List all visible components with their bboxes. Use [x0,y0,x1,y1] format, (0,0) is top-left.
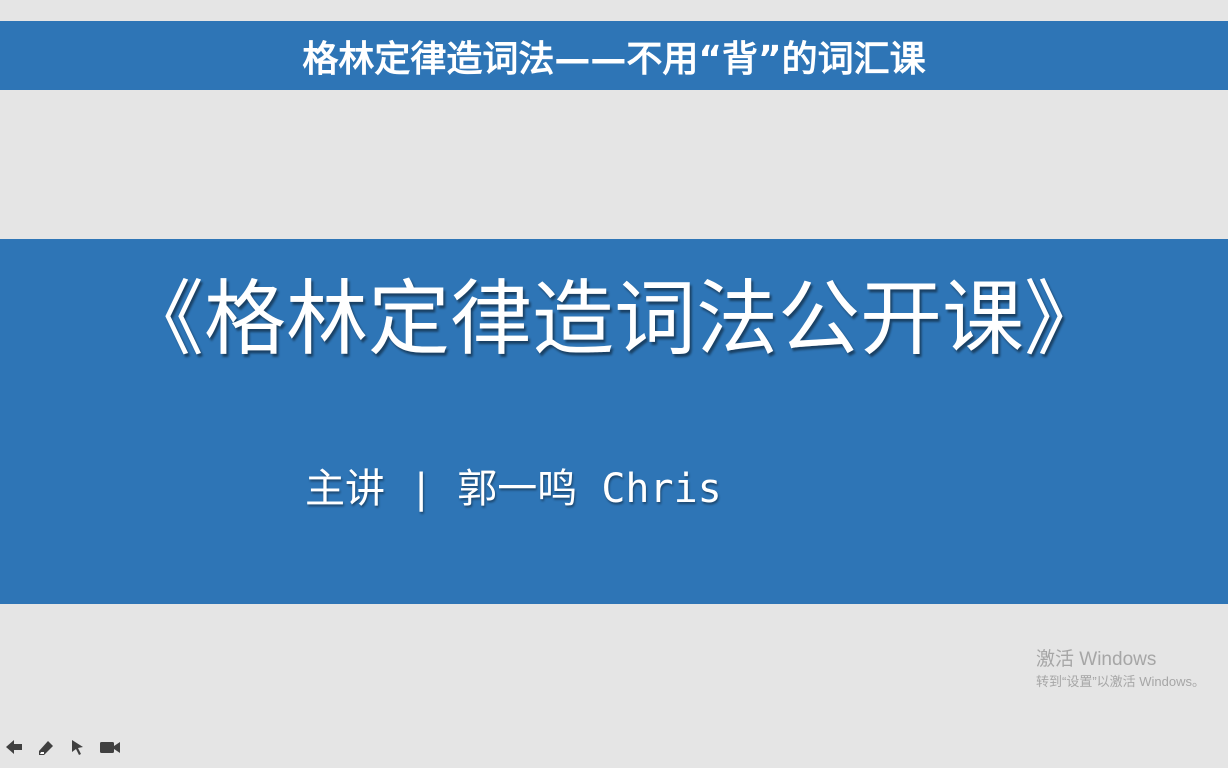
slideshow-toolbar [3,735,121,759]
camera-button[interactable] [99,736,121,758]
pointer-icon [69,738,87,756]
pen-button[interactable] [35,736,57,758]
presenter-line: 主讲 | 郭一鸣 Chris [305,466,722,512]
watermark-title: 激活 Windows [1036,649,1157,670]
camera-icon [99,739,121,755]
previous-arrow-icon [4,738,24,756]
activation-watermark: 激活 Windows 转到“设置”以激活 Windows。 [1036,648,1205,691]
pen-eraser-icon [36,738,56,756]
slide: 格林定律造词法——不用“背”的词汇课 《格林定律造词法公开课》 主讲 | 郭一鸣… [0,0,1228,768]
slide-title: 《格林定律造词法公开课》 [121,272,1106,367]
pointer-button[interactable] [67,736,89,758]
header-banner: 格林定律造词法——不用“背”的词汇课 [0,21,1228,90]
header-title: 格林定律造词法——不用“背”的词汇课 [302,38,926,80]
previous-button[interactable] [3,736,25,758]
watermark-subtitle: 转到“设置”以激活 Windows。 [1036,674,1206,689]
